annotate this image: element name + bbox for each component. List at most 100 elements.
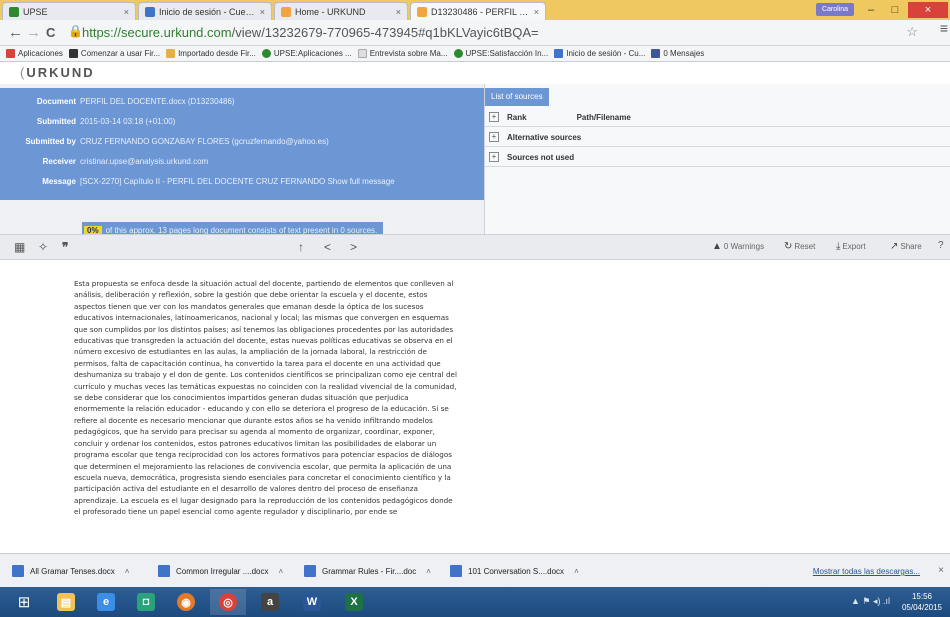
warnings-button[interactable]: ▲ 0 Warnings (712, 241, 764, 252)
system-clock[interactable]: 15:56 05/04/2015 (902, 591, 942, 613)
word-file-icon (450, 565, 462, 577)
download-item[interactable]: Grammar Rules - Fir....doc ˄ (304, 560, 444, 582)
bookmark-label: Comenzar a usar Fir... (80, 49, 161, 58)
login-favicon-icon (145, 6, 155, 17)
bookmark-item[interactable]: Inicio de sesión - Cu... (554, 49, 645, 58)
up-arrow-icon[interactable]: ↑ (298, 240, 304, 254)
info-value[interactable]: [SCX-2270] Capítulo II - PERFIL DEL DOCE… (80, 177, 395, 186)
expand-icon[interactable]: + (489, 112, 499, 122)
clock-date: 05/04/2015 (901, 603, 942, 612)
start-button[interactable]: ⊞ (6, 589, 42, 615)
store-icon: ◘ (137, 593, 155, 611)
bookmark-icon (554, 49, 564, 58)
grid-view-icon[interactable]: ▦ (14, 240, 25, 254)
expand-icon[interactable]: + (489, 152, 499, 162)
browser-user-badge[interactable]: Carolina (816, 3, 854, 16)
taskbar-app-store[interactable]: ◘ (128, 589, 164, 615)
word-file-icon (304, 565, 316, 577)
download-label: Grammar Rules - Fir....doc (322, 566, 417, 576)
forward-button[interactable]: → (26, 24, 41, 42)
chevron-down-icon[interactable]: ˄ (426, 567, 431, 576)
taskbar-app-excel[interactable]: X (336, 589, 372, 615)
info-value[interactable]: cristinar.upse@analysis.urkund.com (80, 157, 208, 166)
tab-label: Inicio de sesión - Cuentas (159, 6, 256, 17)
document-info-block: Document PERFIL DEL DOCENTE.docx (D13230… (0, 88, 484, 200)
bookmark-item[interactable]: Comenzar a usar Fir... (68, 49, 161, 58)
bookmark-label: Aplicaciones (18, 49, 63, 58)
tab-urkund-document[interactable]: D13230486 - PERFIL DEL × (410, 2, 546, 20)
reset-label: Reset (794, 242, 816, 251)
highlight-icon[interactable]: ✧ (38, 240, 48, 254)
next-button[interactable]: > (350, 240, 357, 254)
logo-text: URKUND (26, 65, 95, 80)
info-key: Message (42, 176, 76, 186)
taskbar-app-explorer[interactable]: ▤ (48, 589, 84, 615)
info-value[interactable]: CRUZ FERNANDO GONZABAY FLORES (gcruzfern… (80, 137, 329, 146)
bookmark-item[interactable]: Entrevista sobre Ma... (357, 49, 448, 58)
chevron-down-icon[interactable]: ˄ (125, 567, 130, 576)
export-button[interactable]: ⤓ Export (836, 241, 866, 252)
tab-login[interactable]: Inicio de sesión - Cuentas × (138, 2, 272, 20)
share-icon: ↗ (890, 241, 899, 252)
taskbar-app-firefox[interactable]: ◉ (168, 589, 204, 615)
reload-button[interactable]: C (46, 24, 55, 42)
info-key: Submitted (36, 116, 76, 126)
tab-label: UPSE (23, 6, 48, 17)
reset-button[interactable]: ↻ Reset (784, 241, 815, 252)
close-tab-icon[interactable]: × (534, 7, 539, 17)
info-row-receiver: Receiver cristinar.upse@analysis.urkund.… (0, 152, 484, 170)
download-item[interactable]: 101 Conversation S....docx ˄ (450, 560, 592, 582)
internet-explorer-icon: e (97, 593, 115, 611)
show-all-downloads-link[interactable]: Mostrar todas las descargas... (813, 567, 920, 576)
url-text[interactable]: https://secure.urkund.com/view/13232679-… (82, 25, 539, 40)
previous-button[interactable]: < (324, 240, 331, 254)
document-viewer[interactable]: Esta propuesta se enfoca desde la situac… (0, 260, 950, 553)
bookmark-icon (261, 49, 271, 58)
urkund-logo: (URKUND (20, 65, 95, 80)
system-tray-icons[interactable]: ▲ ⚑ ◂) .ıl (851, 596, 890, 607)
sources-panel: List of sources + Rank Path/Filename + A… (484, 84, 950, 234)
minimize-button[interactable]: – (860, 2, 882, 18)
quote-icon[interactable]: ❞ (62, 240, 68, 254)
close-tab-icon[interactable]: × (260, 7, 265, 17)
help-icon[interactable]: ? (938, 240, 944, 251)
info-key: Document (36, 96, 76, 106)
back-button[interactable]: ← (8, 24, 23, 42)
close-downloads-icon[interactable]: × (938, 565, 944, 576)
tab-list-of-sources[interactable]: List of sources (485, 88, 549, 106)
sources-not-used-row[interactable]: + Sources not used (485, 148, 950, 167)
chevron-down-icon[interactable]: ˄ (574, 567, 579, 576)
download-item[interactable]: All Gramar Tenses.docx ˄ (12, 560, 154, 582)
taskbar-app-chrome[interactable]: ◎ (210, 589, 246, 615)
close-window-button[interactable]: × (908, 2, 948, 18)
bookmark-icon (453, 49, 463, 58)
windows-logo-icon: ⊞ (17, 594, 31, 611)
share-button[interactable]: ↗ Share (890, 241, 922, 252)
firefox-icon: ◉ (177, 593, 195, 611)
chevron-down-icon[interactable]: ˄ (278, 567, 283, 576)
bookmark-item[interactable]: Importado desde Fir... (166, 49, 256, 58)
urkund-app: (URKUND Document PERFIL DEL DOCENTE.docx… (0, 62, 950, 553)
close-tab-icon[interactable]: × (396, 7, 401, 17)
bookmark-star-icon[interactable]: ☆ (906, 24, 918, 40)
download-item[interactable]: Common Irregular ....docx ˄ (158, 560, 298, 582)
bookmark-item[interactable]: 0 Mensajes (651, 49, 704, 58)
taskbar-app-ie[interactable]: e (88, 589, 124, 615)
tab-upse[interactable]: UPSE × (2, 2, 136, 20)
taskbar-app-amazon[interactable]: a (252, 589, 288, 615)
expand-icon[interactable]: + (489, 132, 499, 142)
reset-icon: ↻ (784, 241, 793, 252)
browser-tab-strip: UPSE × Inicio de sesión - Cuentas × Home… (0, 0, 950, 20)
maximize-button[interactable]: □ (884, 2, 906, 18)
tab-urkund-home[interactable]: Home - URKUND × (274, 2, 408, 20)
bookmark-item[interactable]: UPSE:Satisfacción In... (453, 49, 548, 58)
taskbar-app-word[interactable]: W (294, 589, 330, 615)
sources-header-row[interactable]: + Rank Path/Filename (485, 108, 950, 127)
browser-menu-icon[interactable]: ≡ (940, 20, 948, 36)
address-bar[interactable]: 🔒 https://secure.urkund.com/view/1323267… (66, 24, 938, 42)
bookmark-item[interactable]: Aplicaciones (6, 49, 63, 58)
alternative-sources-row[interactable]: + Alternative sources (485, 128, 950, 147)
bookmark-item[interactable]: UPSE:Aplicaciones ... (261, 49, 352, 58)
explorer-icon: ▤ (57, 593, 75, 611)
close-tab-icon[interactable]: × (124, 7, 129, 17)
